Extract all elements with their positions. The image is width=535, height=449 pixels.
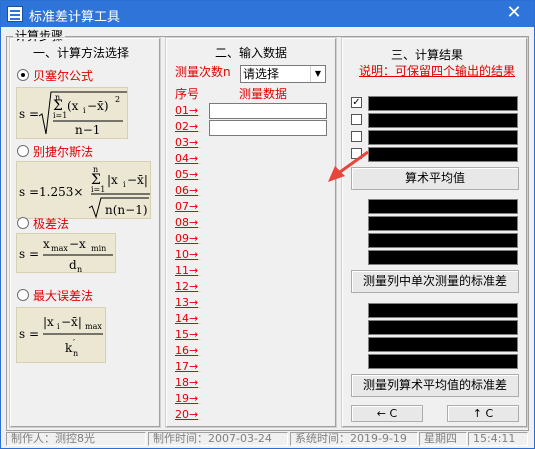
status-made-time: 制作时间：2007-03-24 <box>148 432 288 446</box>
status-system-date: 系统时间：2019-9-19 <box>290 432 418 446</box>
status-clock: 15:4:11 <box>468 432 528 446</box>
pointer-arrow-icon <box>328 150 369 182</box>
status-author: 制作人：测控8光 <box>6 432 146 446</box>
status-weekday: 星期四 <box>419 432 467 446</box>
